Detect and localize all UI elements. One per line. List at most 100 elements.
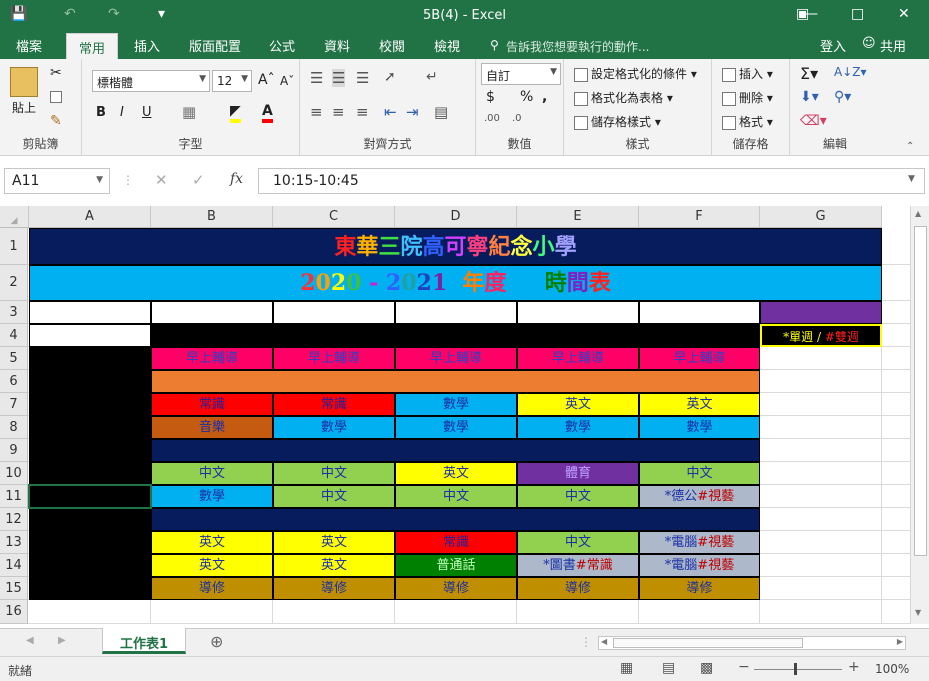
blank-cell[interactable]: [395, 301, 517, 324]
clear-icon[interactable]: ⌫▾: [800, 113, 827, 129]
time-cell[interactable]: [29, 416, 151, 439]
recess-cell[interactable]: [151, 439, 760, 462]
blank-cell[interactable]: [273, 301, 395, 324]
merge-center-icon[interactable]: ▤: [434, 103, 448, 121]
time-cell[interactable]: [29, 462, 151, 485]
italic-button[interactable]: I: [120, 105, 124, 120]
number-format-select[interactable]: 自訂 ▼: [481, 63, 561, 85]
day-header-cell[interactable]: [151, 324, 273, 347]
lesson-cell[interactable]: 早上輔導: [517, 347, 639, 370]
collapse-ribbon-icon[interactable]: ⌃: [906, 141, 914, 152]
lesson-cell[interactable]: 英文: [151, 554, 273, 577]
zoom-in-icon[interactable]: +: [848, 659, 860, 675]
scroll-left-icon[interactable]: ◀: [601, 637, 607, 646]
borders-icon[interactable]: ▦: [182, 103, 196, 121]
shrink-font-icon[interactable]: Aˇ: [280, 74, 294, 88]
horizontal-scroll-thumb[interactable]: [613, 638, 803, 648]
timetable-title-cell[interactable]: 2020 - 2021 年度 時間表: [29, 265, 882, 301]
orientation-icon[interactable]: ➚: [384, 69, 396, 85]
lesson-cell[interactable]: 普通話: [395, 554, 517, 577]
lesson-cell[interactable]: 英文: [273, 554, 395, 577]
lesson-cell[interactable]: 導修: [395, 577, 517, 600]
school-title-cell[interactable]: 東華三院高可寧紀念小學: [29, 228, 882, 265]
row-header-4[interactable]: 4: [0, 324, 28, 347]
cut-icon[interactable]: ✂: [50, 65, 62, 81]
lesson-cell[interactable]: 數學: [517, 416, 639, 439]
lesson-cell[interactable]: *德公#視藝: [639, 485, 760, 508]
lesson-cell[interactable]: 數學: [395, 393, 517, 416]
cancel-icon[interactable]: ✕: [155, 171, 168, 189]
lesson-cell[interactable]: 早上輔導: [395, 347, 517, 370]
name-box[interactable]: A11 ▼: [4, 168, 110, 194]
maximize-icon[interactable]: □: [851, 6, 864, 22]
conditional-formatting-button[interactable]: 設定格式化的條件 ▾: [574, 65, 697, 82]
lesson-cell[interactable]: 中文: [517, 485, 639, 508]
normal-view-icon[interactable]: ▦: [620, 660, 633, 676]
row-header-5[interactable]: 5: [0, 347, 28, 370]
row-header-15[interactable]: 15: [0, 577, 28, 600]
lesson-cell[interactable]: 體育: [517, 462, 639, 485]
day-header-cell[interactable]: [639, 324, 760, 347]
lesson-cell[interactable]: *電腦#視藝: [639, 554, 760, 577]
column-header-A[interactable]: A: [29, 206, 151, 228]
lesson-cell[interactable]: *圖書#常識: [517, 554, 639, 577]
lesson-cell[interactable]: 英文: [517, 393, 639, 416]
align-top-icon[interactable]: ☰: [310, 69, 323, 87]
tab-formulas[interactable]: 公式: [269, 36, 295, 55]
zoom-out-icon[interactable]: −: [738, 659, 750, 675]
lesson-cell[interactable]: 中文: [151, 462, 273, 485]
blank-cell[interactable]: [151, 301, 273, 324]
font-color-icon[interactable]: A: [262, 103, 273, 123]
time-cell[interactable]: [29, 393, 151, 416]
close-icon[interactable]: ✕: [898, 6, 910, 22]
share-button[interactable]: 共用: [880, 36, 906, 55]
lesson-cell[interactable]: 英文: [395, 462, 517, 485]
lesson-cell[interactable]: 中文: [273, 485, 395, 508]
increase-decimal-icon[interactable]: .00: [484, 113, 500, 124]
blank-cell[interactable]: [29, 301, 151, 324]
format-painter-icon[interactable]: ✎: [50, 113, 62, 129]
lesson-cell[interactable]: 英文: [273, 531, 395, 554]
find-select-icon[interactable]: ⚲▾: [834, 89, 851, 105]
row-header-8[interactable]: 8: [0, 416, 28, 439]
time-cell[interactable]: [29, 577, 151, 600]
bold-button[interactable]: B: [96, 105, 106, 120]
comma-icon[interactable]: ,: [542, 89, 547, 105]
column-header-D[interactable]: D: [395, 206, 517, 228]
homeroom-cell[interactable]: [151, 370, 760, 393]
tab-page-layout[interactable]: 版面配置: [189, 36, 241, 55]
font-name-select[interactable]: 標楷體 ▼: [92, 70, 210, 92]
time-cell[interactable]: [29, 554, 151, 577]
scroll-right-icon[interactable]: ▶: [897, 637, 903, 646]
lesson-cell[interactable]: 數學: [395, 416, 517, 439]
vertical-scrollbar[interactable]: ▲ ▼: [910, 206, 929, 624]
expand-formula-icon[interactable]: ▼: [908, 174, 915, 184]
class-label-cell[interactable]: [760, 301, 882, 324]
lesson-cell[interactable]: 中文: [639, 462, 760, 485]
recess-cell[interactable]: [151, 508, 760, 531]
tab-data[interactable]: 資料: [324, 36, 350, 55]
time-cell[interactable]: [29, 347, 151, 370]
time-cell[interactable]: [29, 439, 151, 462]
lesson-cell[interactable]: 中文: [517, 531, 639, 554]
lesson-cell[interactable]: 早上輔導: [151, 347, 273, 370]
row-header-12[interactable]: 12: [0, 508, 28, 531]
lesson-cell[interactable]: 導修: [639, 577, 760, 600]
row-header-14[interactable]: 14: [0, 554, 28, 577]
vertical-scroll-thumb[interactable]: [914, 226, 927, 556]
lesson-cell[interactable]: 常識: [273, 393, 395, 416]
cell-styles-button[interactable]: 儲存格樣式 ▾: [574, 113, 661, 130]
align-bottom-icon[interactable]: ☰: [356, 69, 369, 87]
tab-view[interactable]: 檢視: [434, 36, 460, 55]
autosum-icon[interactable]: Σ▾: [800, 64, 818, 83]
day-header-cell[interactable]: [517, 324, 639, 347]
zoom-slider[interactable]: [754, 669, 842, 670]
blank-cell[interactable]: [639, 301, 760, 324]
decrease-decimal-icon[interactable]: .0: [512, 113, 522, 124]
insert-function-icon[interactable]: fx: [230, 171, 243, 187]
blank-cell[interactable]: [29, 324, 151, 347]
lesson-cell[interactable]: 早上輔導: [273, 347, 395, 370]
blank-cell[interactable]: [517, 301, 639, 324]
zoom-slider-handle[interactable]: [794, 663, 797, 675]
paste-icon[interactable]: [10, 67, 38, 97]
